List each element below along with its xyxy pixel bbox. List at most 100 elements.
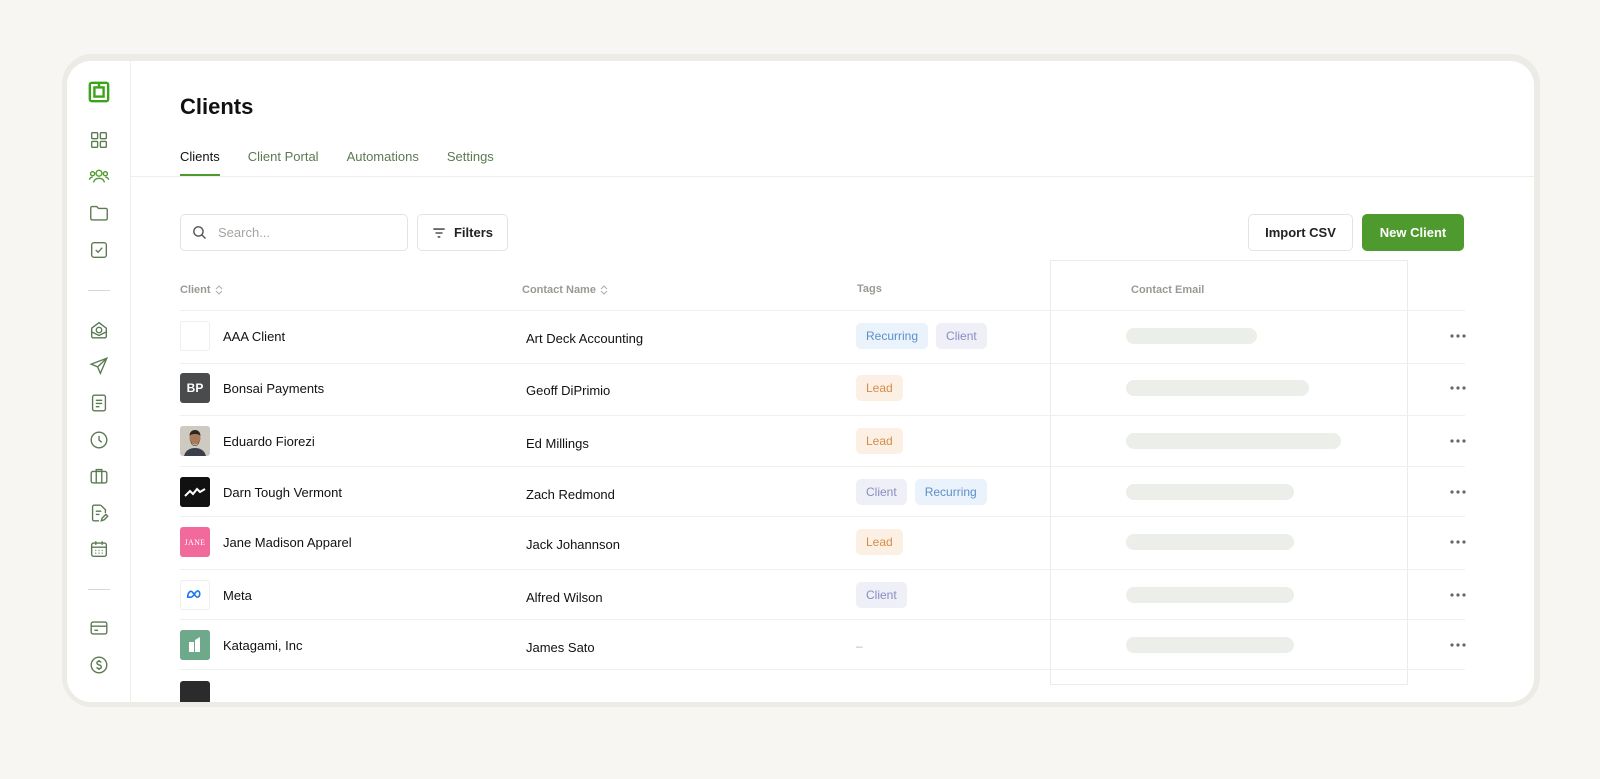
tag-list: Client Recurring: [856, 479, 987, 505]
header-tags: Tags: [857, 283, 882, 295]
contact-name: James Sato: [526, 640, 595, 655]
contract-icon[interactable]: [85, 499, 113, 527]
client-avatar: BP: [180, 373, 210, 403]
client-name[interactable]: Jane Madison Apparel: [223, 535, 352, 550]
briefcase-icon[interactable]: [85, 462, 113, 490]
client-avatar: JANE: [180, 527, 210, 557]
client-name[interactable]: Bonsai Payments: [223, 381, 324, 396]
tab-clients[interactable]: Clients: [180, 149, 220, 176]
table-row[interactable]: Meta Alfred Wilson Client: [180, 570, 1468, 620]
more-icon: [1450, 334, 1466, 338]
tab-bar: Clients Client Portal Automations Settin…: [180, 149, 494, 176]
tab-settings[interactable]: Settings: [447, 149, 494, 174]
client-avatar: [180, 630, 210, 660]
tabs-divider: [131, 176, 1534, 177]
client-avatar: [180, 477, 210, 507]
email-placeholder: [1126, 328, 1257, 344]
dashboard-icon[interactable]: [85, 126, 113, 154]
client-avatar: [180, 426, 210, 456]
table-row[interactable]: Eduardo Fiorezi Ed Millings Lead: [180, 416, 1468, 466]
email-placeholder: [1126, 637, 1294, 653]
email-placeholder: [1126, 380, 1309, 396]
document-icon[interactable]: [85, 389, 113, 417]
tag-list: Lead: [856, 529, 903, 555]
client-name[interactable]: Eduardo Fiorezi: [223, 434, 315, 449]
filters-button[interactable]: Filters: [417, 214, 508, 251]
filter-icon: [433, 227, 445, 238]
tag-recurring: Recurring: [914, 479, 987, 505]
table-row[interactable]: Darn Tough Vermont Zach Redmond Client Recu…: [180, 467, 1468, 517]
client-name[interactable]: AAA Client: [223, 329, 285, 344]
header-client-label: Client: [180, 284, 211, 296]
sidebar-divider: [88, 290, 110, 291]
folder-icon[interactable]: [85, 199, 113, 227]
table-row[interactable]: JANE Jane Madison Apparel Jack Johannson Le…: [180, 517, 1468, 567]
header-contact-label: Contact Name: [522, 284, 596, 296]
row-actions-button[interactable]: [1448, 482, 1468, 502]
client-name[interactable]: Meta: [223, 588, 252, 603]
client-name[interactable]: Katagami, Inc: [223, 638, 303, 653]
app-window: Clients Clients Client Portal Automation…: [67, 61, 1534, 702]
dollar-icon[interactable]: [85, 651, 113, 679]
client-avatar: [180, 321, 210, 351]
calendar-icon[interactable]: [85, 535, 113, 563]
filters-label: Filters: [453, 225, 493, 240]
more-icon: [1450, 643, 1466, 647]
header-contact-email: Contact Email: [1131, 284, 1204, 296]
row-actions-button[interactable]: [1448, 378, 1468, 398]
send-icon[interactable]: [85, 352, 113, 380]
client-name[interactable]: Darn Tough Vermont: [223, 485, 342, 500]
tag-lead: Lead: [856, 428, 903, 454]
tab-client-portal[interactable]: Client Portal: [248, 149, 319, 174]
contact-name: Alfred Wilson: [526, 590, 603, 605]
header-email-label: Contact Email: [1131, 284, 1205, 296]
table-row[interactable]: Katagami, Inc James Sato –: [180, 620, 1468, 670]
more-icon: [1450, 540, 1466, 544]
row-actions-button[interactable]: [1448, 431, 1468, 451]
tab-automations[interactable]: Automations: [347, 149, 419, 174]
header-tags-label: Tags: [857, 283, 882, 295]
sort-icon: [600, 285, 608, 295]
more-icon: [1450, 593, 1466, 597]
more-icon: [1450, 490, 1466, 494]
table-row[interactable]: AAA Client Art Deck Accounting Recurring Cl…: [180, 311, 1468, 361]
logo-icon[interactable]: [85, 78, 113, 106]
new-client-button[interactable]: New Client: [1362, 214, 1464, 251]
email-placeholder: [1126, 433, 1341, 449]
row-actions-button[interactable]: [1448, 635, 1468, 655]
import-csv-button[interactable]: Import CSV: [1248, 214, 1353, 251]
email-placeholder: [1126, 587, 1294, 603]
tag-client: Client: [856, 582, 907, 608]
client-avatar-partial: [180, 681, 210, 702]
card-icon[interactable]: [85, 614, 113, 642]
task-icon[interactable]: [85, 236, 113, 264]
clock-icon[interactable]: [85, 426, 113, 454]
table-row[interactable]: BP Bonsai Payments Geoff DiPrimio Lead: [180, 363, 1468, 413]
header-contact-name[interactable]: Contact Name: [522, 284, 608, 296]
sidebar: [67, 61, 131, 702]
contact-name: Jack Johannson: [526, 537, 620, 552]
more-icon: [1450, 386, 1466, 390]
row-actions-button[interactable]: [1448, 532, 1468, 552]
clients-icon[interactable]: [85, 162, 113, 190]
no-tags: –: [856, 639, 863, 653]
header-client[interactable]: Client: [180, 284, 223, 296]
invoice-icon[interactable]: [85, 316, 113, 344]
row-actions-button[interactable]: [1448, 585, 1468, 605]
contact-name: Ed Millings: [526, 436, 589, 451]
search-icon: [193, 226, 207, 240]
tag-list: –: [856, 632, 863, 653]
tag-client: Client: [856, 479, 907, 505]
contact-name: Zach Redmond: [526, 487, 615, 502]
search-box: [180, 214, 408, 251]
tag-client: Client: [936, 323, 987, 349]
tag-list: Lead: [856, 375, 903, 401]
tag-lead: Lead: [856, 375, 903, 401]
email-placeholder: [1126, 484, 1294, 500]
sort-icon: [215, 285, 222, 295]
page-title: Clients: [180, 94, 254, 119]
row-actions-button[interactable]: [1448, 326, 1468, 346]
tag-list: Client: [856, 582, 907, 608]
search-input[interactable]: [218, 225, 398, 240]
email-placeholder: [1126, 534, 1294, 550]
